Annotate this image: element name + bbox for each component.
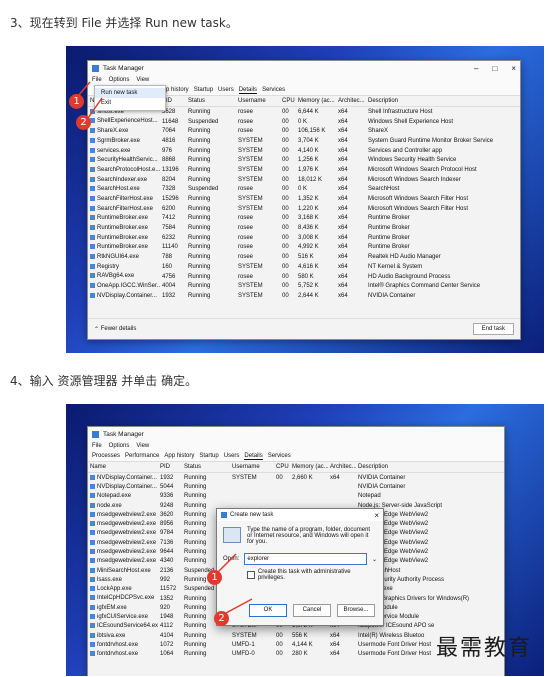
screenshot-2-wallpaper: Task Manager File Options View Processes…	[66, 404, 544, 676]
watermark: 最需教育	[435, 636, 532, 661]
step-3-instruction: 3、现在转到 File 并选择 Run new task。	[10, 16, 238, 30]
screenshot-1-wallpaper: Task Manager – □ × File Options View p h…	[66, 46, 544, 353]
callout-arrows	[77, 81, 103, 119]
step-4-instruction: 4、输入 资源管理器 并单击 确定。	[10, 374, 198, 388]
